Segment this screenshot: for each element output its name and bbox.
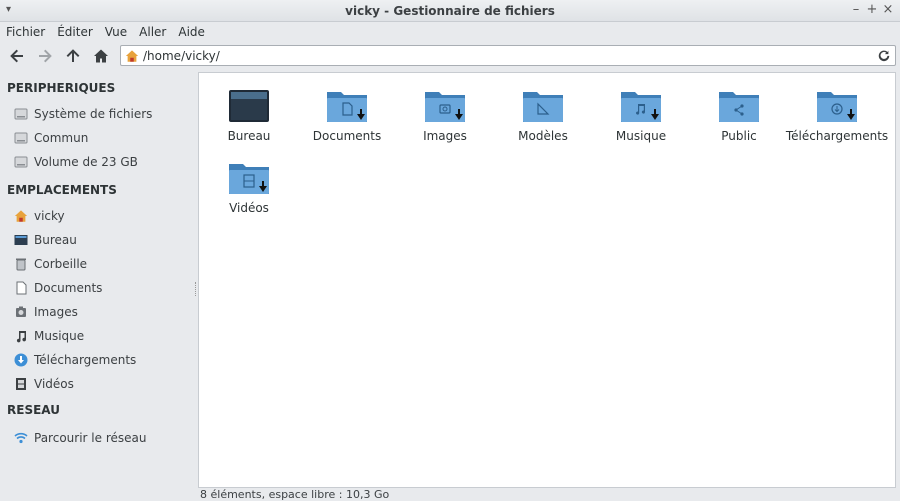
window-menu-icon[interactable]: ▾ <box>6 4 11 15</box>
menu-fichier[interactable]: Fichier <box>6 25 45 39</box>
sidebar-item-bureau[interactable]: Bureau <box>0 228 194 252</box>
toolbar: /home/vicky/ <box>0 43 900 69</box>
sidebar-header-places: EMPLACEMENTS <box>7 183 117 197</box>
location-bar[interactable]: /home/vicky/ <box>120 45 896 66</box>
file-view: Bureau Documents Images Modèles Musique … <box>198 72 896 488</box>
file-item-label: Images <box>423 129 467 143</box>
arrow-left-icon <box>10 49 23 63</box>
sidebar-item-label: Bureau <box>34 233 77 247</box>
forward-button[interactable] <box>32 45 58 67</box>
sidebar-item-filesystem[interactable]: Système de fichiers <box>0 102 194 126</box>
sidebar-item-network[interactable]: Parcourir le réseau <box>0 426 194 450</box>
documents-folder-icon <box>325 87 369 125</box>
arrow-up-icon <box>66 49 80 62</box>
home-icon <box>94 49 108 63</box>
download-icon <box>14 353 28 367</box>
file-item-videos[interactable]: Vidéos <box>201 145 297 215</box>
file-item-musique[interactable]: Musique <box>593 73 689 143</box>
sidebar-item-label: Système de fichiers <box>34 107 153 121</box>
sidebar-item-label: Documents <box>34 281 103 295</box>
sidebar-item-label: vicky <box>34 209 65 223</box>
music-folder-icon <box>619 87 663 125</box>
sidebar-item-documents[interactable]: Documents <box>0 276 194 300</box>
home-icon <box>125 49 139 62</box>
document-icon <box>14 281 28 295</box>
file-item-images[interactable]: Images <box>397 73 493 143</box>
up-button[interactable] <box>60 45 86 67</box>
sidebar-item-vicky[interactable]: vicky <box>0 204 194 228</box>
reload-icon[interactable] <box>877 48 891 65</box>
file-item-bureau[interactable]: Bureau <box>201 73 297 143</box>
title-bar: ▾ vicky - Gestionnaire de fichiers – + × <box>0 0 900 22</box>
sidebar-item-label: Images <box>34 305 78 319</box>
network-icon <box>14 431 28 445</box>
videos-folder-icon <box>227 159 271 197</box>
sidebar-item-label: Téléchargements <box>34 353 137 367</box>
file-item-label: Musique <box>615 129 667 143</box>
public-folder-icon <box>717 87 761 125</box>
file-item-label: Modèles <box>518 129 568 143</box>
sidebar-item-musique[interactable]: Musique <box>0 324 194 348</box>
menu-editer[interactable]: Éditer <box>57 25 93 39</box>
sidebar-header-network: RESEAU <box>7 403 60 417</box>
sidebar-item-images[interactable]: Images <box>0 300 194 324</box>
sidebar-item-label: Musique <box>34 329 85 343</box>
home-button[interactable] <box>88 45 114 67</box>
minimize-icon[interactable]: – <box>848 2 864 17</box>
sidebar-item-corbeille[interactable]: Corbeille <box>0 252 194 276</box>
sidebar-item-label: Vidéos <box>34 377 74 391</box>
file-item-public[interactable]: Public <box>691 73 787 143</box>
sidebar: PERIPHERIQUES Système de fichiers Commun… <box>0 72 194 501</box>
desktop-folder-icon <box>227 87 271 125</box>
sidebar-item-volume[interactable]: Volume de 23 GB <box>0 150 194 174</box>
location-path[interactable]: /home/vicky/ <box>143 49 220 63</box>
file-item-telechargements[interactable]: Téléchargements <box>786 73 888 143</box>
maximize-icon[interactable]: + <box>864 2 880 17</box>
music-icon <box>14 329 28 343</box>
sidebar-item-label: Corbeille <box>34 257 88 271</box>
file-item-label: Bureau <box>227 129 271 143</box>
file-item-label: Public <box>721 129 757 143</box>
drive-icon <box>14 131 28 145</box>
menu-vue[interactable]: Vue <box>105 25 127 39</box>
file-item-modeles[interactable]: Modèles <box>495 73 591 143</box>
arrow-right-icon <box>39 49 52 63</box>
drive-icon <box>14 107 28 121</box>
close-icon[interactable]: × <box>880 2 896 17</box>
file-item-label: Téléchargements <box>785 129 889 143</box>
trash-icon <box>14 257 28 271</box>
templates-folder-icon <box>521 87 565 125</box>
pictures-folder-icon <box>423 87 467 125</box>
menu-aller[interactable]: Aller <box>139 25 166 39</box>
menu-aide[interactable]: Aide <box>178 25 205 39</box>
window-title: vicky - Gestionnaire de fichiers <box>345 3 555 18</box>
home-icon <box>14 209 28 223</box>
sidebar-item-label: Parcourir le réseau <box>34 431 147 445</box>
drive-icon <box>14 155 28 169</box>
downloads-folder-icon <box>815 87 859 125</box>
sidebar-header-devices: PERIPHERIQUES <box>7 81 116 95</box>
back-button[interactable] <box>4 45 30 67</box>
sidebar-item-telechargements[interactable]: Téléchargements <box>0 348 194 372</box>
sidebar-item-commun[interactable]: Commun <box>0 126 194 150</box>
desktop-icon <box>14 233 28 247</box>
file-item-label: Documents <box>312 129 382 143</box>
menu-bar: Fichier Éditer Vue Aller Aide <box>0 22 900 42</box>
sidebar-item-label: Volume de 23 GB <box>34 155 138 169</box>
status-bar: 8 éléments, espace libre : 10,3 Go <box>200 488 390 501</box>
sidebar-item-videos[interactable]: Vidéos <box>0 372 194 396</box>
image-icon <box>14 305 28 319</box>
file-item-documents[interactable]: Documents <box>299 73 395 143</box>
video-icon <box>14 377 28 391</box>
sidebar-item-label: Commun <box>34 131 89 145</box>
file-item-label: Vidéos <box>229 201 269 215</box>
